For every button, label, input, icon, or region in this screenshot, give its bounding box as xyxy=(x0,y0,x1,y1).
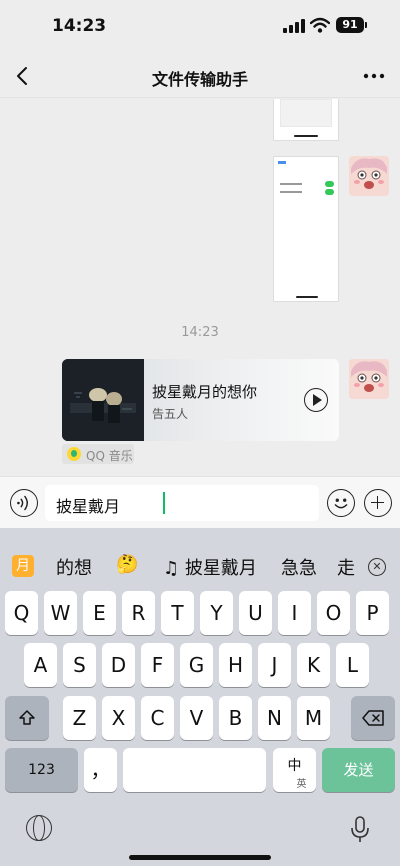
language-main-label: 中 xyxy=(287,758,302,774)
music-source-tag[interactable]: QQ 音乐 xyxy=(62,444,134,464)
message-input-bar: 披星戴月 xyxy=(0,476,400,528)
status-bar: 14:23 91 xyxy=(0,0,400,52)
key-f[interactable]: F xyxy=(141,643,174,687)
comma-key[interactable]: ， xyxy=(84,748,117,792)
language-switch-key[interactable]: 中 英 xyxy=(273,748,316,792)
key-u[interactable]: U xyxy=(239,591,272,635)
key-r[interactable]: R xyxy=(122,591,155,635)
shift-key[interactable] xyxy=(5,696,49,740)
close-candidates-icon[interactable]: ✕ xyxy=(368,558,386,576)
screenshot-message-thumbnail[interactable] xyxy=(273,156,339,302)
play-icon[interactable] xyxy=(304,388,328,412)
key-h[interactable]: H xyxy=(219,643,252,687)
key-g[interactable]: G xyxy=(180,643,213,687)
numbers-key[interactable]: 123 xyxy=(5,748,78,792)
cellular-signal-icon xyxy=(283,19,305,33)
avatar[interactable] xyxy=(349,359,389,399)
candidate-item[interactable]: 的想 xyxy=(56,554,92,580)
battery-indicator: 91 xyxy=(336,17,367,33)
key-n[interactable]: N xyxy=(258,696,291,740)
message-input-text: 披星戴月 xyxy=(56,497,121,516)
key-v[interactable]: V xyxy=(180,696,213,740)
message-input[interactable]: 披星戴月 xyxy=(45,485,319,521)
key-b[interactable]: B xyxy=(219,696,252,740)
status-time: 14:23 xyxy=(52,16,107,36)
language-alt-label: 英 xyxy=(296,779,307,790)
key-t[interactable]: T xyxy=(161,591,194,635)
key-s[interactable]: S xyxy=(63,643,96,687)
more-options-icon[interactable] xyxy=(360,68,388,84)
key-o[interactable]: O xyxy=(317,591,350,635)
key-y[interactable]: Y xyxy=(200,591,233,635)
key-e[interactable]: E xyxy=(83,591,116,635)
album-cover xyxy=(62,359,144,441)
candidate-item[interactable]: 月 xyxy=(12,555,34,577)
key-z[interactable]: Z xyxy=(63,696,96,740)
key-x[interactable]: X xyxy=(102,696,135,740)
candidate-bar: 月 的想 🤔 ♫ 披星戴月 急急 走 ✕ xyxy=(0,528,400,582)
microphone-icon[interactable] xyxy=(350,815,370,843)
home-indicator xyxy=(129,855,271,860)
candidate-item[interactable]: 急急 xyxy=(281,554,317,580)
emoji-icon[interactable] xyxy=(327,489,355,517)
candidate-item[interactable]: ♫ 披星戴月 xyxy=(163,554,257,580)
globe-icon[interactable] xyxy=(26,815,52,841)
music-source-label: QQ 音乐 xyxy=(86,449,133,463)
key-j[interactable]: J xyxy=(258,643,291,687)
key-d[interactable]: D xyxy=(102,643,135,687)
song-artist: 告五人 xyxy=(152,407,189,421)
nav-bar: 文件传输助手 xyxy=(0,54,400,98)
keyboard: 月 的想 🤔 ♫ 披星戴月 急急 走 ✕ Q W E R T Y U I O P… xyxy=(0,528,400,866)
music-card[interactable]: 披星戴月的想你 告五人 xyxy=(62,359,339,441)
shift-icon xyxy=(19,710,35,725)
screenshot-message-thumbnail[interactable] xyxy=(273,99,339,141)
song-title: 披星戴月的想你 xyxy=(152,383,258,401)
key-a[interactable]: A xyxy=(24,643,57,687)
key-m[interactable]: M xyxy=(297,696,330,740)
candidate-item[interactable]: 走 xyxy=(337,554,355,580)
key-w[interactable]: W xyxy=(44,591,77,635)
backspace-key[interactable] xyxy=(351,696,395,740)
qq-music-icon xyxy=(67,447,81,461)
key-p[interactable]: P xyxy=(356,591,389,635)
key-l[interactable]: L xyxy=(336,643,369,687)
key-q[interactable]: Q xyxy=(5,591,38,635)
candidate-item[interactable]: 🤔 xyxy=(116,554,138,575)
space-key[interactable] xyxy=(123,748,266,792)
message-timestamp: 14:23 xyxy=(181,325,219,340)
chat-message-list[interactable]: 14:23 披星戴月的想你 告五人 QQ 音乐 xyxy=(0,99,400,475)
key-k[interactable]: K xyxy=(297,643,330,687)
send-key[interactable]: 发送 xyxy=(322,748,395,792)
key-i[interactable]: I xyxy=(278,591,311,635)
backspace-icon xyxy=(362,710,384,726)
avatar[interactable] xyxy=(349,156,389,196)
text-cursor xyxy=(163,492,165,514)
add-attachment-icon[interactable] xyxy=(364,489,392,517)
voice-input-icon[interactable] xyxy=(10,489,38,517)
key-c[interactable]: C xyxy=(141,696,174,740)
chat-title: 文件传输助手 xyxy=(151,70,248,89)
wifi-icon xyxy=(310,17,330,33)
